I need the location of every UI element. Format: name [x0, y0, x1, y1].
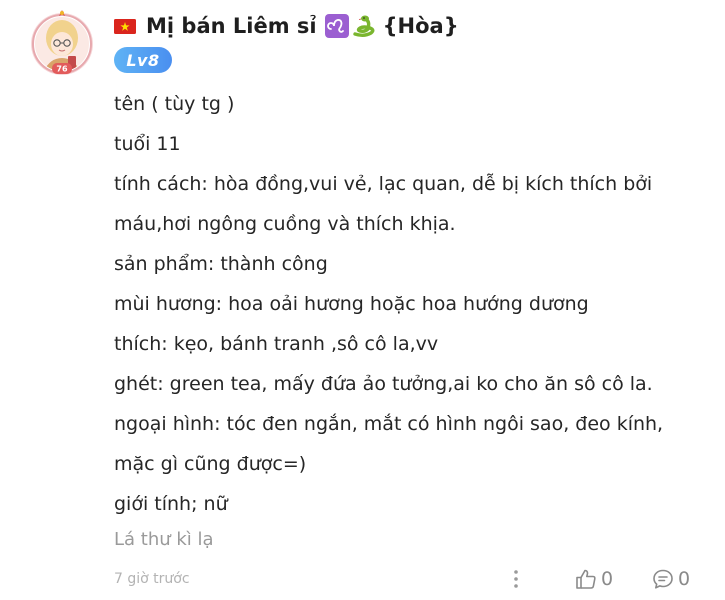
- like-button[interactable]: 0: [574, 565, 613, 593]
- author-name-suffix: {Hòa}: [382, 14, 459, 38]
- snake-icon: [352, 15, 375, 37]
- comment-line: tuổi 11: [114, 133, 181, 155]
- comment-line: tên ( tùy tg ): [114, 93, 235, 115]
- thumbs-up-icon: [576, 569, 596, 589]
- comment-line: tính cách: hòa đồng,vui vẻ, lạc quan, dễ…: [114, 173, 653, 195]
- more-options-icon[interactable]: [507, 566, 525, 592]
- level-badge: Lv8: [114, 47, 172, 73]
- comment-timestamp: 7 giờ trước: [114, 571, 190, 587]
- avatar-image: 76: [31, 10, 93, 75]
- like-count: 0: [601, 568, 614, 590]
- comment-line: ghét: green tea, mấy đứa ảo tưởng,ai ko …: [114, 373, 653, 395]
- comment-body: tên ( tùy tg ) tuổi 11 tính cách: hòa đồ…: [114, 84, 704, 524]
- comment-item: 76 Mị bán Liêm sỉ {Hòa} Lv8 tên ( tùy tg…: [0, 0, 725, 600]
- author-name[interactable]: Mị bán Liêm sỉ: [146, 14, 317, 38]
- comment-line: sản phẩm: thành công: [114, 253, 328, 275]
- comment-line: giới tính; nữ: [114, 493, 228, 515]
- reply-count: 0: [678, 568, 691, 590]
- comment-line: ngoại hình: tóc đen ngắn, mắt có hình ng…: [114, 413, 664, 435]
- avatar-badge-text: 76: [56, 65, 68, 74]
- vietnam-flag-icon: [114, 18, 136, 34]
- comment-header: Mị bán Liêm sỉ {Hòa}: [114, 10, 459, 42]
- comment-line: máu,hơi ngông cuồng và thích khịa.: [114, 213, 456, 235]
- source-link[interactable]: Lá thư kì lạ: [114, 522, 214, 558]
- user-avatar[interactable]: 76: [28, 8, 96, 76]
- comment-line: mùi hương: hoa oải hương hoặc hoa hướng …: [114, 293, 589, 315]
- comment-line: mặc gì cũng được=): [114, 453, 307, 475]
- comment-line: thích: kẹo, bánh tranh ,sô cô la,vv: [114, 333, 439, 355]
- reply-button[interactable]: 0: [651, 565, 690, 593]
- leo-icon: [324, 14, 349, 38]
- comment-bubble-icon: [653, 569, 673, 589]
